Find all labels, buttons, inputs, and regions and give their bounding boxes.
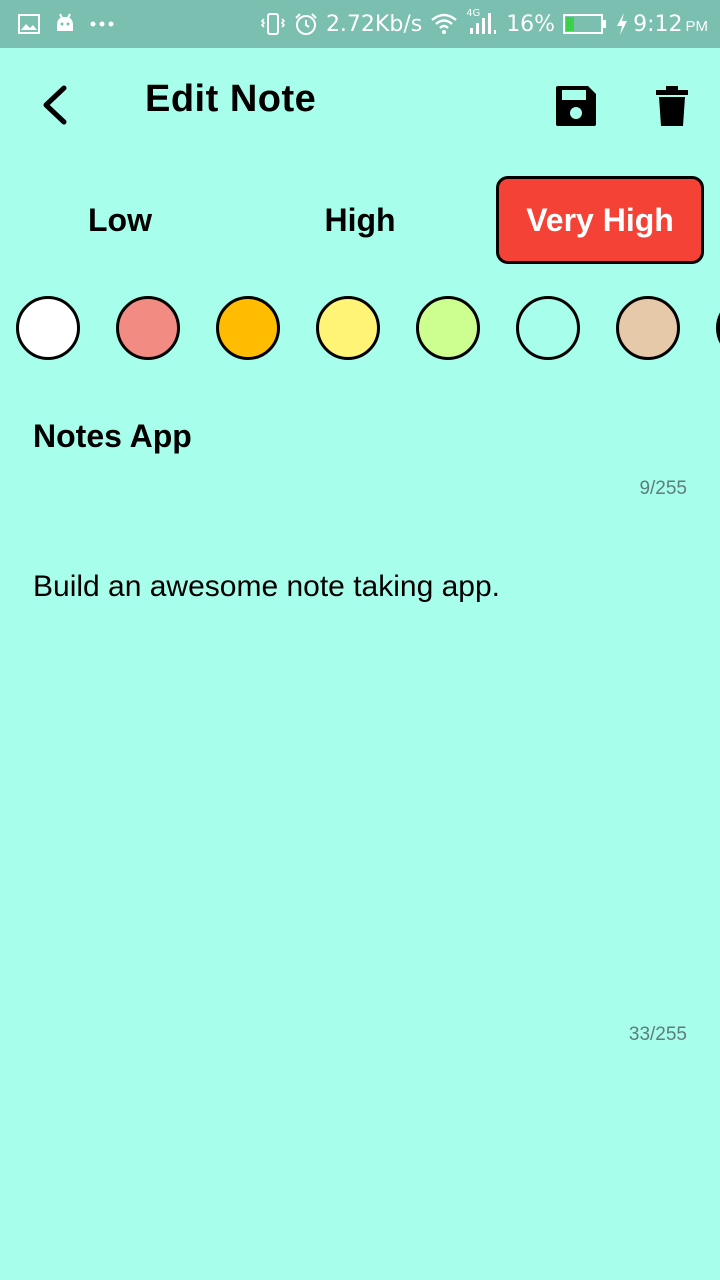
delete-button[interactable] <box>648 82 696 130</box>
net-speed: 2.72Kb/s <box>325 11 423 37</box>
clock: 9:12 PM <box>633 12 708 37</box>
priority-low-button[interactable]: Low <box>16 176 224 264</box>
color-swatch-orange[interactable] <box>216 296 280 360</box>
note-body-input[interactable]: Build an awesome note taking app. <box>33 570 683 604</box>
color-swatch-green[interactable] <box>416 296 480 360</box>
trash-icon <box>656 86 688 126</box>
network-type: 4G <box>466 8 481 19</box>
priority-very-high-button[interactable]: Very High <box>496 176 704 264</box>
color-swatch-brown[interactable] <box>616 296 680 360</box>
floppy-disk-icon <box>556 86 596 126</box>
time: 9:12 <box>633 11 683 37</box>
title-char-counter: 9/255 <box>639 478 687 499</box>
gallery-icon <box>18 14 40 34</box>
priority-selector: Low High Very High <box>0 176 720 264</box>
wifi-icon <box>430 13 458 35</box>
note-title-input[interactable]: Notes App <box>33 418 683 455</box>
alarm-icon <box>294 12 318 36</box>
save-button[interactable] <box>552 82 600 130</box>
battery-icon <box>563 13 607 35</box>
status-bar-right: 2.72Kb/s 4G 16% 9:12 PM <box>252 8 708 37</box>
vibrate-icon <box>260 12 286 36</box>
color-swatch-yellow[interactable] <box>316 296 380 360</box>
color-swatch-white[interactable] <box>16 296 80 360</box>
battery-percent: 16% <box>506 11 556 37</box>
color-swatch-teal[interactable] <box>516 296 580 360</box>
android-icon <box>54 13 76 35</box>
more-dots-icon <box>90 20 114 28</box>
color-swatch-black[interactable] <box>716 296 720 360</box>
color-selector <box>0 296 720 366</box>
chevron-left-icon <box>43 85 67 125</box>
page-title: Edit Note <box>145 78 317 120</box>
signal-icon: 4G <box>466 8 498 36</box>
color-swatch-red[interactable] <box>116 296 180 360</box>
body-char-counter: 33/255 <box>628 1024 687 1045</box>
back-button[interactable] <box>30 80 80 130</box>
status-bar: 2.72Kb/s 4G 16% 9:12 PM <box>0 0 720 48</box>
priority-high-button[interactable]: High <box>256 176 464 264</box>
status-bar-left <box>18 13 128 35</box>
app-bar: Edit Note <box>0 48 720 160</box>
charging-icon <box>615 12 629 36</box>
time-ampm: PM <box>685 17 709 35</box>
